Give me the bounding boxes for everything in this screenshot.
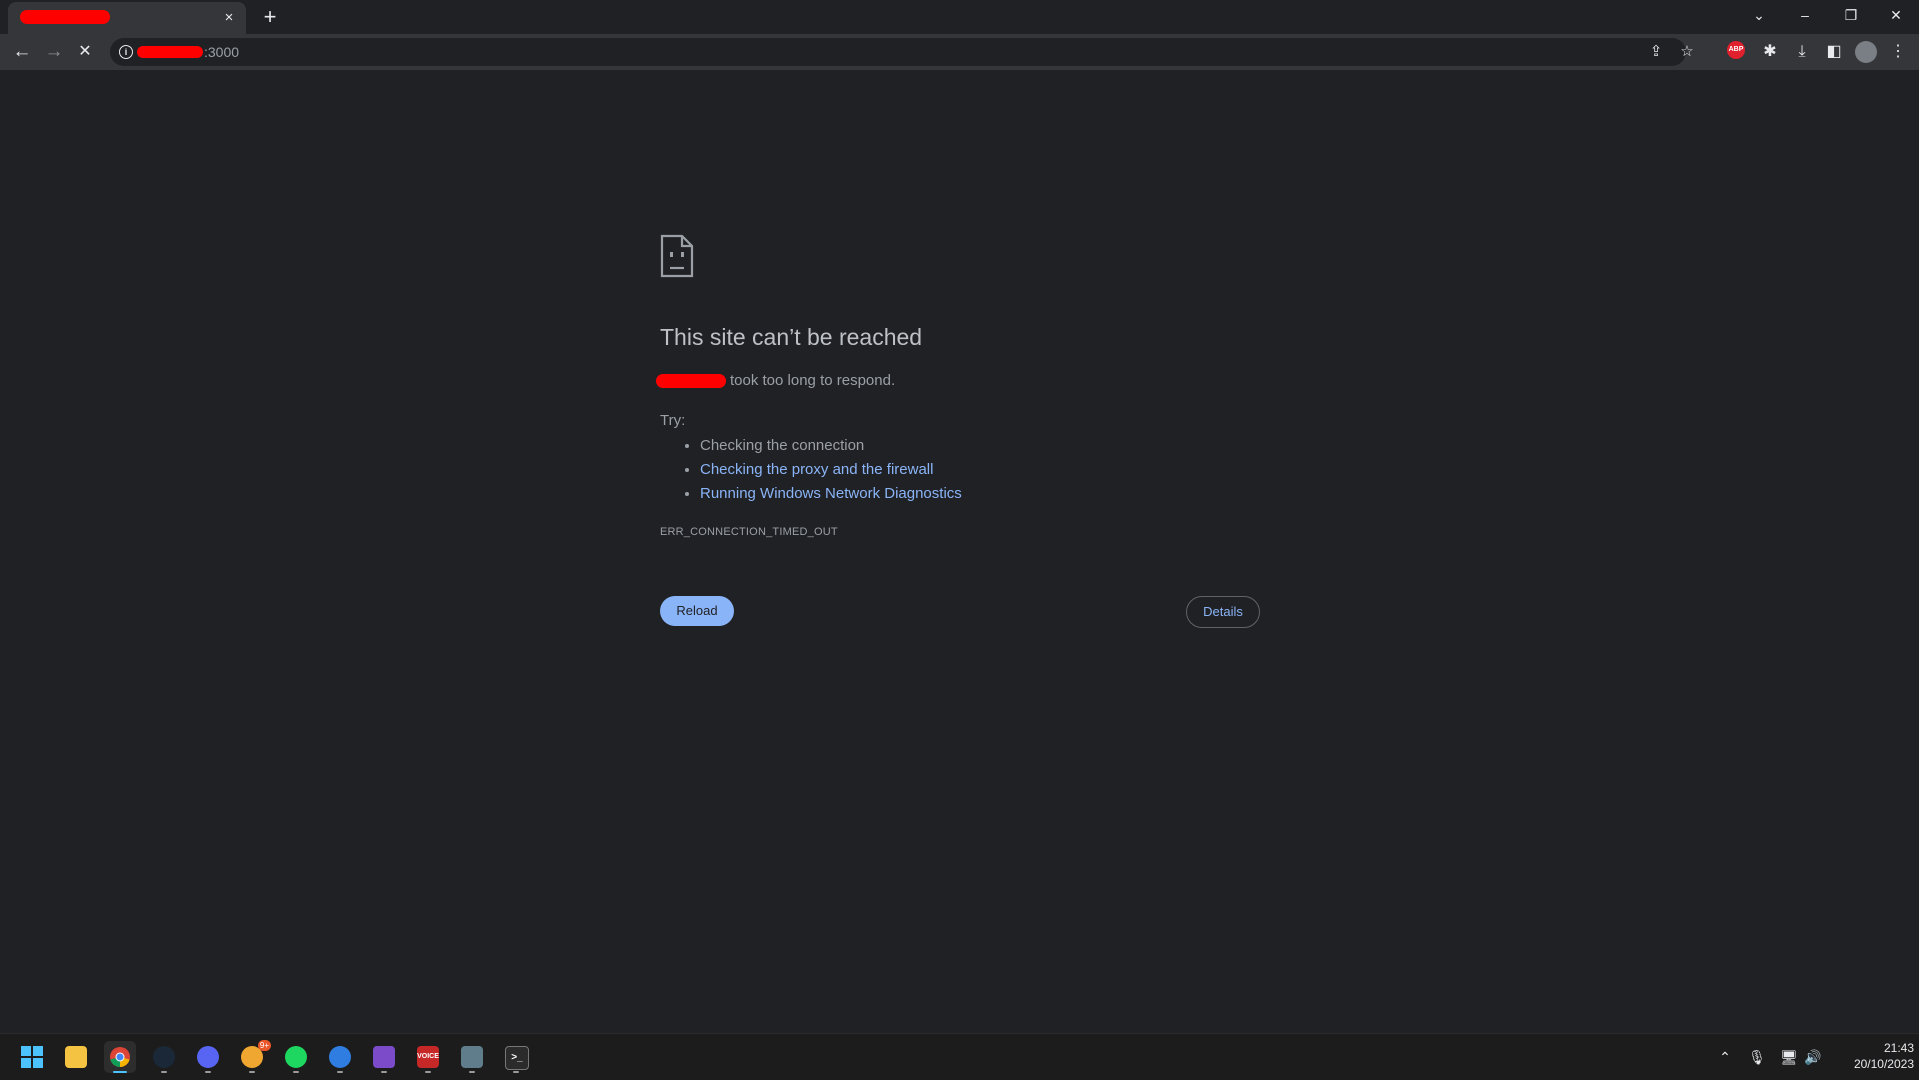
suggestion-network-diagnostics-link[interactable]: Running Windows Network Diagnostics: [700, 485, 962, 502]
chrome-menu-icon[interactable]: ⋮: [1887, 41, 1909, 63]
suggestion-check-connection: Checking the connection: [700, 437, 865, 454]
page-content: This site can’t be reached took too long…: [0, 70, 1919, 1033]
windows-taskbar: 9+ VOICE >_ ⌃ 🎙 🖥 🔊 21:43 20/10/2023: [0, 1033, 1919, 1080]
list-item: Checking the proxy and the firewall: [700, 458, 962, 482]
restore-button[interactable]: ❐: [1828, 0, 1874, 30]
running-indicator: [513, 1071, 519, 1073]
running-indicator: [249, 1071, 255, 1073]
tab-strip: localhost × + ⌄ – ❐ ✕: [0, 0, 1919, 34]
running-indicator: [205, 1071, 211, 1073]
windows-logo-icon: [21, 1046, 43, 1068]
tab-search-icon[interactable]: ⌄: [1736, 0, 1782, 30]
active-indicator: [113, 1071, 127, 1073]
image-icon: [461, 1046, 483, 1068]
error-code: ERR_CONNECTION_TIMED_OUT: [660, 526, 838, 538]
visual-studio-app[interactable]: [368, 1041, 400, 1073]
new-tab-button[interactable]: +: [258, 5, 282, 29]
image-viewer-app[interactable]: [456, 1041, 488, 1073]
browser-toolbar: ← → ✕ i :3000 ⇪ ☆ ABP ✱ ⤓ ◧ ⋮: [0, 34, 1919, 70]
sad-document-icon: [660, 234, 694, 278]
microphone-icon[interactable]: 🎙: [1748, 1048, 1766, 1066]
error-title: This site can’t be reached: [660, 324, 923, 350]
browser-tab[interactable]: localhost ×: [8, 2, 246, 34]
start-button[interactable]: [16, 1041, 48, 1073]
running-indicator: [469, 1071, 475, 1073]
stop-loading-icon[interactable]: ✕: [71, 38, 99, 66]
chrome-app[interactable]: [104, 1041, 136, 1073]
avatar: [1855, 41, 1877, 63]
voicemeeter-icon: VOICE: [417, 1046, 439, 1068]
suggestions-list: Checking the connection Checking the pro…: [682, 434, 962, 506]
tab-close-icon[interactable]: ×: [220, 9, 238, 27]
address-text[interactable]: :3000: [204, 44, 239, 60]
running-indicator: [425, 1071, 431, 1073]
voicemeeter-app[interactable]: VOICE: [412, 1041, 444, 1073]
clock-date: 20/10/2023: [1853, 1057, 1914, 1071]
spotify-icon: [285, 1046, 307, 1068]
error-description-text: took too long to respond.: [730, 372, 896, 389]
spotify-app[interactable]: [280, 1041, 312, 1073]
close-window-button[interactable]: ✕: [1873, 0, 1919, 30]
forward-arrow-icon[interactable]: →: [40, 38, 68, 66]
discord-icon: [197, 1046, 219, 1068]
list-item: Checking the connection: [700, 434, 962, 458]
system-clock[interactable]: 21:43 20/10/2023: [1832, 1040, 1914, 1072]
reload-button[interactable]: Reload: [660, 596, 734, 626]
clock-time: 21:43: [1883, 1041, 1914, 1055]
address-bar[interactable]: i :3000 ⇪ ☆: [110, 38, 1694, 66]
visual-studio-icon: [373, 1046, 395, 1068]
browser-icon: [329, 1046, 351, 1068]
error-description: took too long to respond.: [656, 372, 896, 389]
steam-app[interactable]: [148, 1041, 180, 1073]
profile-avatar[interactable]: [1855, 41, 1877, 63]
bookmark-star-icon[interactable]: ☆: [1677, 42, 1697, 62]
notification-badge: 9+: [257, 1040, 271, 1051]
browser-app[interactable]: [324, 1041, 356, 1073]
site-info-icon[interactable]: i: [119, 45, 133, 59]
discord-ptb-app[interactable]: 9+: [236, 1040, 271, 1073]
tray-chevron-icon[interactable]: ⌃: [1716, 1048, 1734, 1066]
running-indicator: [161, 1071, 167, 1073]
back-arrow-icon[interactable]: ←: [8, 38, 36, 66]
try-label: Try:: [660, 412, 686, 429]
file-explorer-app[interactable]: [60, 1041, 92, 1073]
running-indicator: [381, 1071, 387, 1073]
volume-icon[interactable]: 🔊: [1804, 1048, 1822, 1066]
extensions-puzzle-icon[interactable]: ✱: [1759, 41, 1781, 63]
downloads-icon[interactable]: ⤓: [1791, 41, 1813, 63]
suggestion-proxy-firewall-link[interactable]: Checking the proxy and the firewall: [700, 461, 933, 478]
adblock-plus-extension[interactable]: ABP: [1727, 41, 1749, 63]
details-button[interactable]: Details: [1186, 596, 1260, 628]
folder-icon: [65, 1046, 87, 1068]
share-icon[interactable]: ⇪: [1646, 42, 1666, 62]
running-indicator: [293, 1071, 299, 1073]
redacted-host: [137, 46, 203, 58]
tab-title: localhost: [20, 10, 110, 24]
minimize-button[interactable]: –: [1782, 0, 1828, 30]
redacted-host: [656, 374, 726, 389]
network-icon[interactable]: 🖥: [1780, 1048, 1798, 1066]
chrome-icon: [110, 1047, 130, 1067]
terminal-icon: >_: [505, 1046, 529, 1070]
abp-icon: ABP: [1727, 41, 1745, 59]
terminal-app[interactable]: >_: [500, 1041, 532, 1073]
steam-icon: [153, 1046, 175, 1068]
side-panel-icon[interactable]: ◧: [1823, 41, 1845, 63]
discord-app[interactable]: [192, 1041, 224, 1073]
list-item: Running Windows Network Diagnostics: [700, 482, 962, 506]
running-indicator: [337, 1071, 343, 1073]
